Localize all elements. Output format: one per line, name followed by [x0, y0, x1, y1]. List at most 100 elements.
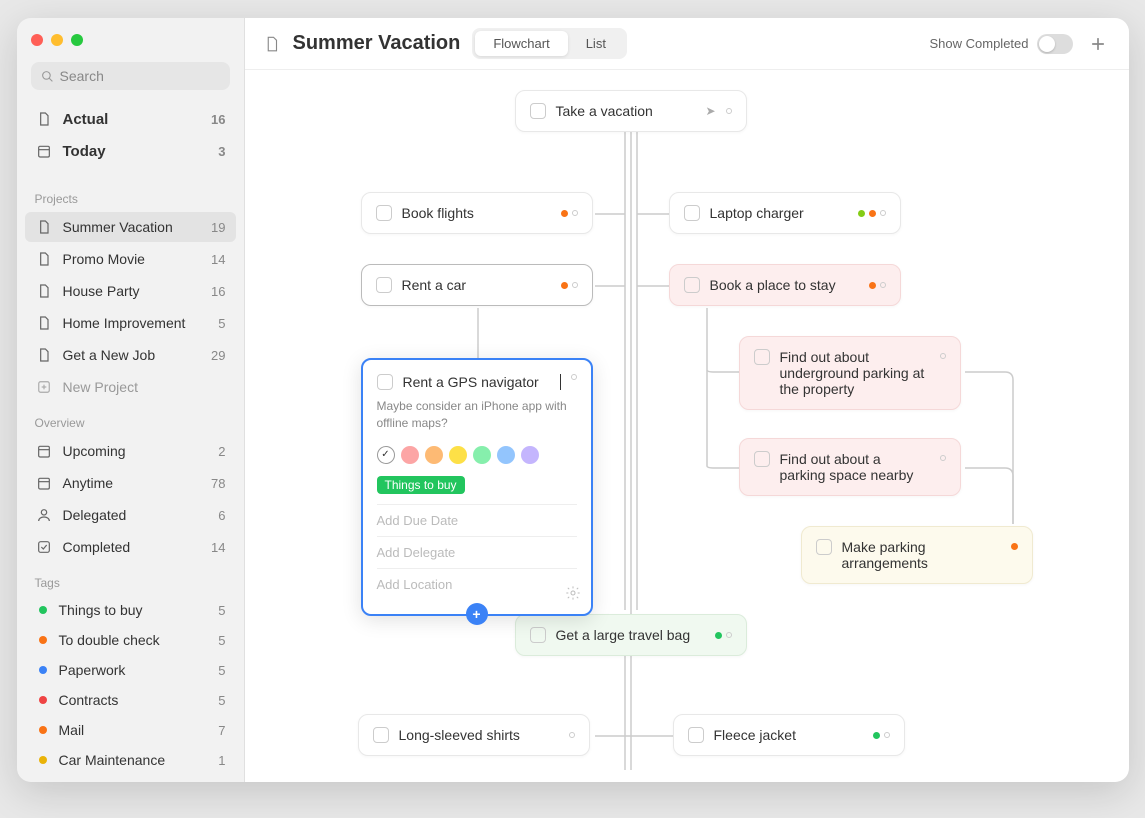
color-swatch[interactable] [521, 446, 539, 464]
card-nearby[interactable]: Find out about a parking space nearby [739, 438, 961, 496]
tag-dot-icon [39, 756, 47, 764]
checkbox[interactable] [377, 374, 393, 390]
person-icon [35, 506, 53, 524]
tags-header: Tags [25, 564, 236, 596]
search-icon [41, 70, 54, 83]
add-subtask-button[interactable]: + [466, 603, 488, 625]
checkbox[interactable] [530, 103, 546, 119]
checkbox[interactable] [376, 277, 392, 293]
editor-field-add-due-date[interactable]: Add Due Date [377, 504, 577, 536]
tag-to-double-check[interactable]: To double check 5 [25, 626, 236, 654]
sidebar-item-promo-movie[interactable]: Promo Movie 14 [25, 244, 236, 274]
window-controls [25, 30, 236, 62]
checkbox[interactable] [684, 277, 700, 293]
card-stay[interactable]: Book a place to stay [669, 264, 901, 306]
doc-icon [35, 282, 53, 300]
sidebar-item-delegated[interactable]: Delegated 6 [25, 500, 236, 530]
tab-list[interactable]: List [568, 31, 624, 56]
doc-icon [35, 218, 53, 236]
toggle-icon [1037, 34, 1073, 54]
tag-paperwork[interactable]: Paperwork 5 [25, 656, 236, 684]
editor-field-add-delegate[interactable]: Add Delegate [377, 536, 577, 568]
editor-notes[interactable]: Maybe consider an iPhone app with offlin… [377, 398, 577, 432]
color-swatch[interactable] [473, 446, 491, 464]
card-vacation[interactable]: Take a vacation ➤ [515, 90, 747, 132]
page-title: Summer Vacation [293, 32, 461, 55]
checkbox[interactable] [684, 205, 700, 221]
checkbox[interactable] [373, 727, 389, 743]
tag-things-to-buy[interactable]: Things to buy 5 [25, 596, 236, 624]
card-shirts[interactable]: Long-sleeved shirts [358, 714, 590, 756]
color-swatch[interactable] [497, 446, 515, 464]
card-editor[interactable]: Rent a GPS navigator Maybe consider an i… [361, 358, 593, 616]
search-placeholder: Search [60, 68, 104, 84]
cal-icon [35, 442, 53, 460]
checkbox[interactable] [688, 727, 704, 743]
checkbox[interactable] [530, 627, 546, 643]
tag-chip[interactable]: Things to buy [377, 476, 465, 494]
card-flights[interactable]: Book flights [361, 192, 593, 234]
checkbox[interactable] [754, 349, 770, 365]
overview-header: Overview [25, 404, 236, 436]
tag-car-maintenance[interactable]: Car Maintenance 1 [25, 746, 236, 774]
plus-icon [1088, 34, 1108, 54]
checkbox[interactable] [376, 205, 392, 221]
smart-today[interactable]: Today 3 [25, 136, 236, 166]
editor-field-add-location[interactable]: Add Location [377, 568, 577, 600]
smart-actual[interactable]: Actual 16 [25, 104, 236, 134]
doc-icon [35, 250, 53, 268]
card-laptop[interactable]: Laptop charger [669, 192, 901, 234]
color-picker: ✓ [377, 446, 577, 464]
check-icon [35, 538, 53, 556]
card-parking-arrangements[interactable]: Make parking arrangements [801, 526, 1033, 584]
flowchart-canvas[interactable]: Take a vacation ➤ Book flights Laptop ch… [245, 70, 1129, 782]
tab-flowchart[interactable]: Flowchart [475, 31, 567, 56]
tag-dot-icon [39, 636, 47, 644]
tag-contracts[interactable]: Contracts 5 [25, 686, 236, 714]
doc-icon [35, 314, 53, 332]
tag-dot-icon [39, 726, 47, 734]
location-icon: ➤ [705, 104, 715, 118]
color-swatch[interactable]: ✓ [377, 446, 395, 464]
color-swatch[interactable] [425, 446, 443, 464]
card-rent-car[interactable]: Rent a car [361, 264, 593, 306]
sidebar: Search Actual 16 Today 3 Projects Summer… [17, 18, 245, 782]
editor-title-input[interactable]: Rent a GPS navigator [403, 374, 561, 390]
tag-dot-icon [39, 696, 47, 704]
sidebar-item-anytime[interactable]: Anytime 78 [25, 468, 236, 498]
card-underground[interactable]: Find out about underground parking at th… [739, 336, 961, 410]
card-fleece[interactable]: Fleece jacket [673, 714, 905, 756]
projects-header: Projects [25, 180, 236, 212]
sidebar-item-get-a-new-job[interactable]: Get a New Job 29 [25, 340, 236, 370]
minimize-icon[interactable] [51, 34, 63, 46]
add-button[interactable] [1085, 31, 1111, 57]
view-switcher: Flowchart List [472, 28, 627, 59]
checkbox[interactable] [816, 539, 832, 555]
tag-mail[interactable]: Mail 7 [25, 716, 236, 744]
color-swatch[interactable] [449, 446, 467, 464]
doc-icon [35, 346, 53, 364]
new-project-button[interactable]: New Project [25, 372, 236, 402]
show-completed-toggle[interactable]: Show Completed [930, 34, 1073, 54]
main-panel: Summer Vacation Flowchart List Show Comp… [245, 18, 1129, 782]
sidebar-item-upcoming[interactable]: Upcoming 2 [25, 436, 236, 466]
sidebar-item-house-party[interactable]: House Party 16 [25, 276, 236, 306]
cal-icon [35, 142, 53, 160]
tag-dot-icon [39, 606, 47, 614]
checkbox[interactable] [754, 451, 770, 467]
close-icon[interactable] [31, 34, 43, 46]
search-input[interactable]: Search [31, 62, 230, 90]
tag-dot-icon [39, 666, 47, 674]
sidebar-item-completed[interactable]: Completed 14 [25, 532, 236, 562]
plus-icon [35, 378, 53, 396]
sidebar-item-summer-vacation[interactable]: Summer Vacation 19 [25, 212, 236, 242]
tag-house-maintenance[interactable]: House Maintenance 2 [25, 776, 236, 782]
zoom-icon[interactable] [71, 34, 83, 46]
gear-icon[interactable] [565, 585, 581, 604]
sidebar-item-home-improvement[interactable]: Home Improvement 5 [25, 308, 236, 338]
doc-icon [35, 110, 53, 128]
color-swatch[interactable] [401, 446, 419, 464]
app-window: Search Actual 16 Today 3 Projects Summer… [17, 18, 1129, 782]
titlebar: Summer Vacation Flowchart List Show Comp… [245, 18, 1129, 70]
card-travel-bag[interactable]: Get a large travel bag [515, 614, 747, 656]
